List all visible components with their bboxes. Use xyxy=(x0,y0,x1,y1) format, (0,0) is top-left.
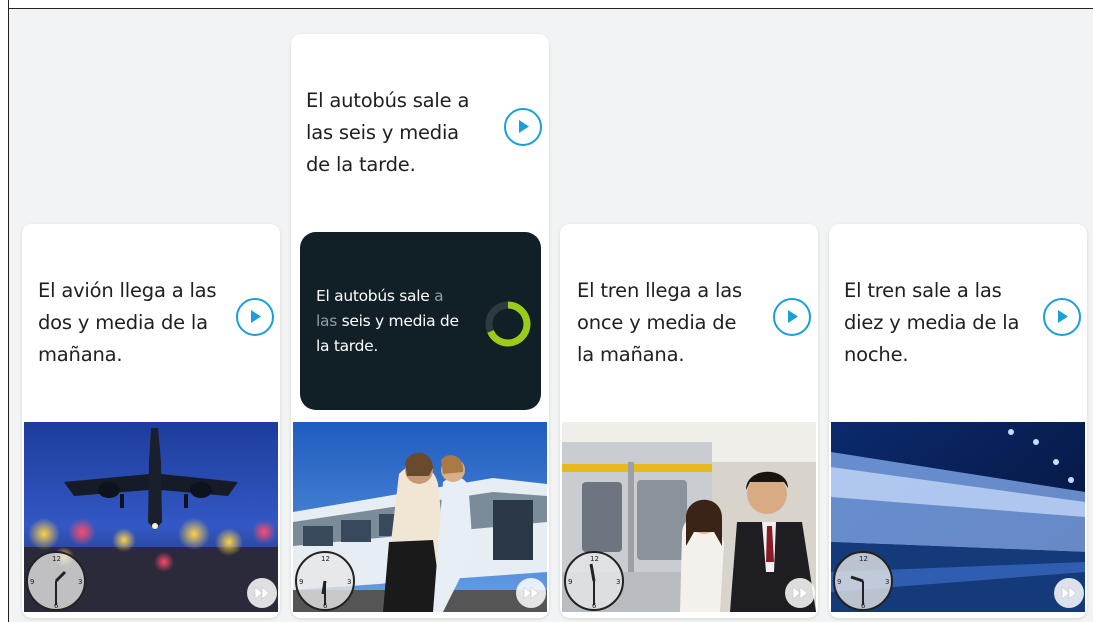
clock-icon: 12 3 6 9 xyxy=(294,550,356,616)
phrase-text: El autobús sale a las seis y media de la… xyxy=(306,85,469,181)
spoken-text: seis y media de xyxy=(336,312,459,330)
phrase-line: once y media de xyxy=(577,311,737,334)
clock-icon: 12 3 6 9 xyxy=(25,550,87,616)
phrase-text: El tren sale a las diez y media de la no… xyxy=(844,275,1019,371)
svg-text:9: 9 xyxy=(837,578,841,586)
phrase-card-train-arrives[interactable]: El tren llega a las once y media de la m… xyxy=(560,224,818,618)
clock-icon: 12 3 6 9 xyxy=(832,550,894,616)
fast-forward-button[interactable] xyxy=(1054,578,1084,608)
fast-forward-icon xyxy=(792,586,808,600)
svg-text:9: 9 xyxy=(30,578,34,586)
svg-text:12: 12 xyxy=(590,555,599,563)
spoken-text: El autobús sale xyxy=(316,287,430,305)
phrase-line: mañana. xyxy=(38,343,123,366)
phrase-text: El avión llega a las dos y media de la m… xyxy=(38,275,217,371)
window-border-top xyxy=(8,8,1093,9)
phrase-line: la mañana. xyxy=(577,343,685,366)
phrase-line: diez y media de la xyxy=(844,311,1020,334)
play-audio-button[interactable] xyxy=(236,298,274,336)
fast-forward-button[interactable] xyxy=(516,578,546,608)
speech-recognition-panel: El autobús sale a las seis y media de la… xyxy=(300,232,541,410)
window-frame-left xyxy=(0,0,9,622)
phrase-line: noche. xyxy=(844,343,909,366)
phrase-card-plane[interactable]: El avión llega a las dos y media de la m… xyxy=(22,224,280,618)
pending-text: las xyxy=(316,312,337,330)
play-circle-icon xyxy=(788,310,798,323)
spoken-text: la tarde. xyxy=(316,337,379,355)
svg-text:3: 3 xyxy=(78,578,82,586)
fast-forward-icon xyxy=(523,586,539,600)
svg-text:9: 9 xyxy=(568,578,572,586)
phrase-line: El tren sale a las xyxy=(844,279,1002,302)
phrase-card-train-departs[interactable]: El tren sale a las diez y media de la no… xyxy=(829,224,1087,618)
clock-icon: 12 3 6 9 xyxy=(563,550,625,616)
phrase-line: El tren llega a las xyxy=(577,279,742,302)
svg-text:12: 12 xyxy=(321,555,330,563)
phrase-line: dos y media de la xyxy=(38,311,208,334)
loading-spinner-icon xyxy=(482,298,534,354)
fast-forward-button[interactable] xyxy=(247,578,277,608)
phrase-text: El tren llega a las once y media de la m… xyxy=(577,275,742,371)
svg-text:3: 3 xyxy=(347,578,351,586)
phrase-line: de la tarde. xyxy=(306,153,416,176)
svg-text:3: 3 xyxy=(885,578,889,586)
pending-text: a xyxy=(429,287,444,305)
phrase-line: El avión llega a las xyxy=(38,279,217,302)
fast-forward-icon xyxy=(1061,586,1077,600)
play-audio-button[interactable] xyxy=(504,108,542,146)
window-frame-top xyxy=(0,0,1093,8)
svg-text:9: 9 xyxy=(299,578,303,586)
svg-text:12: 12 xyxy=(52,555,61,563)
fast-forward-button[interactable] xyxy=(785,578,815,608)
phrase-line: las seis y media xyxy=(306,121,459,144)
play-circle-icon xyxy=(1058,310,1068,323)
fast-forward-icon xyxy=(254,586,270,600)
play-audio-button[interactable] xyxy=(773,298,811,336)
phrase-line: El autobús sale a xyxy=(306,89,470,112)
svg-text:3: 3 xyxy=(616,578,620,586)
svg-text:12: 12 xyxy=(859,555,868,563)
play-audio-button[interactable] xyxy=(1043,298,1081,336)
play-circle-icon xyxy=(251,310,261,323)
speech-transcript: El autobús sale a las seis y media de la… xyxy=(316,284,484,359)
phrase-card-bus[interactable]: El autobús sale a las seis y media de la… xyxy=(291,34,549,618)
play-circle-icon xyxy=(519,120,529,133)
